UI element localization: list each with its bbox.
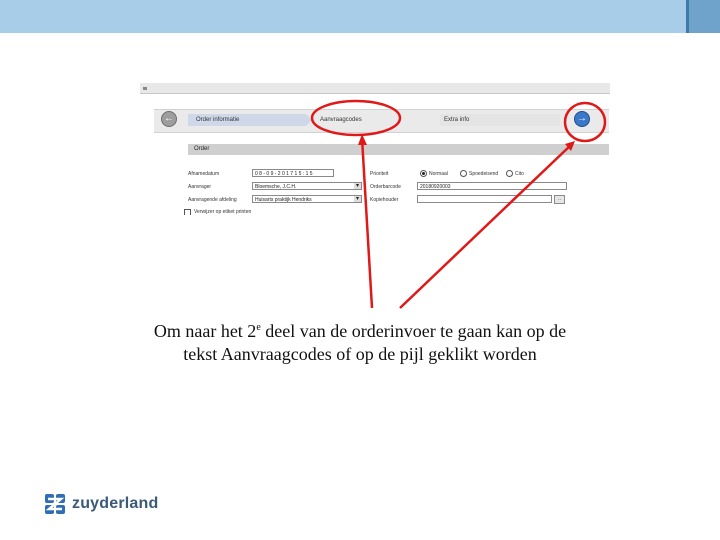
aanvraagcodes-highlight-ellipse xyxy=(310,99,402,137)
zuyderland-logo-icon xyxy=(45,494,65,514)
arrow-to-next-button xyxy=(399,143,573,309)
annotation-layer xyxy=(310,99,607,309)
caption-line-2: tekst Aanvraagcodes of op de pijl geklik… xyxy=(183,344,537,364)
caption-text-part1: Om naar het 2 xyxy=(153,321,257,341)
arrow-to-aanvraagcodes xyxy=(360,137,374,309)
caption-line-1: Om naar het 2e deel van de orderinvoer t… xyxy=(120,316,600,343)
zuyderland-logo-text: zuyderland xyxy=(72,495,159,512)
next-arrow-highlight-ellipse xyxy=(563,101,607,143)
caption-text-part2: deel van de orderinvoer te gaan kan op d… xyxy=(260,321,567,341)
slide-caption: Om naar het 2e deel van de orderinvoer t… xyxy=(120,316,600,366)
